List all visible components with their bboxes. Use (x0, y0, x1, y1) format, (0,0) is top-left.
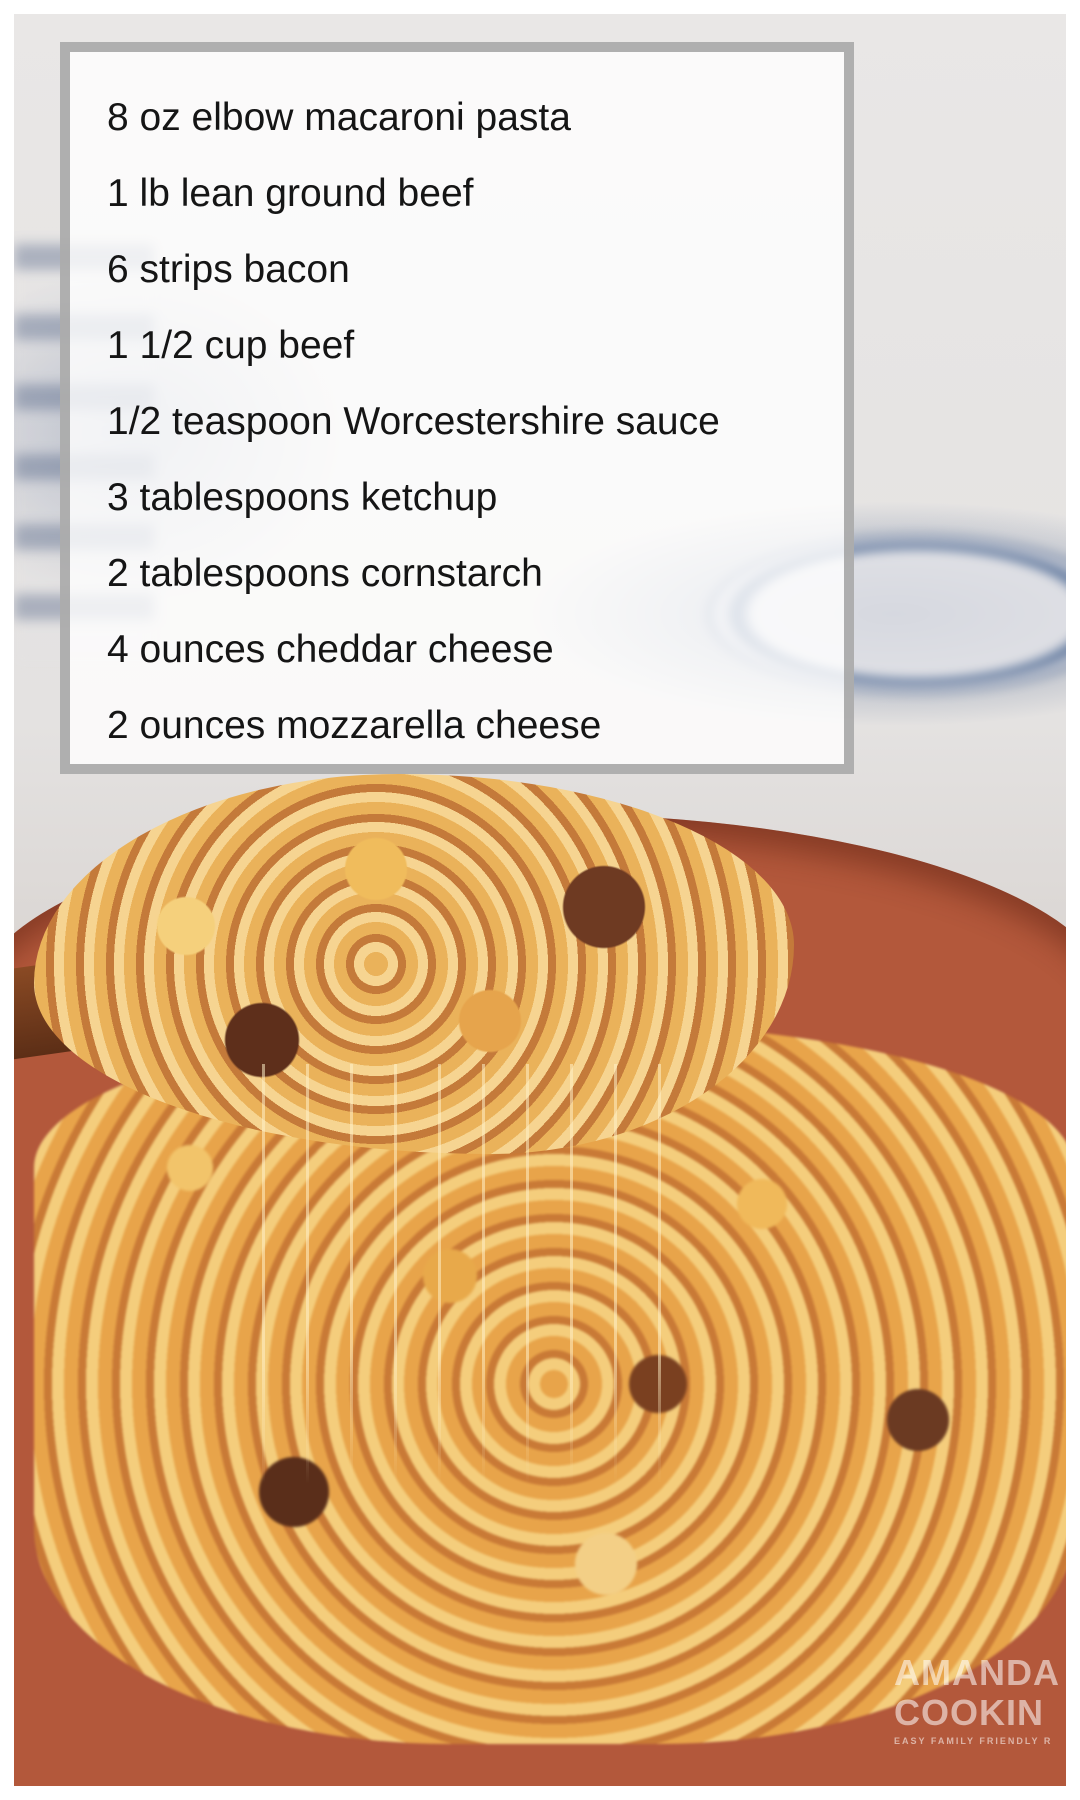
watermark-line-1: AMANDA (894, 1652, 1060, 1693)
ingredient-item: 2 tablespoons cornstarch (107, 552, 543, 595)
watermark-line-2: COOKIN (894, 1692, 1044, 1733)
ingredient-item: 2 ounces mozzarella cheese (107, 704, 602, 747)
melted-cheese-strings (244, 1064, 664, 1484)
ingredient-item: 1 lb lean ground beef (107, 172, 474, 215)
brand-watermark: AMANDA COOKIN EASY FAMILY FRIENDLY R (894, 1655, 1064, 1746)
ingredient-item: 3 tablespoons ketchup (107, 476, 498, 519)
ingredient-item: 1 1/2 cup beef (107, 324, 355, 367)
ingredient-item: 1/2 teaspoon Worcestershire sauce (107, 400, 720, 443)
ingredient-item: 8 oz elbow macaroni pasta (107, 96, 571, 139)
recipe-image: 8 oz elbow macaroni pasta 1 lb lean grou… (14, 14, 1066, 1786)
ingredient-item: 6 strips bacon (107, 248, 350, 291)
ingredients-overlay: 8 oz elbow macaroni pasta 1 lb lean grou… (60, 42, 854, 774)
watermark-tagline: EASY FAMILY FRIENDLY R (894, 1736, 1053, 1746)
ingredients-list: 8 oz elbow macaroni pasta 1 lb lean grou… (70, 52, 844, 764)
ingredient-item: 4 ounces cheddar cheese (107, 628, 554, 671)
